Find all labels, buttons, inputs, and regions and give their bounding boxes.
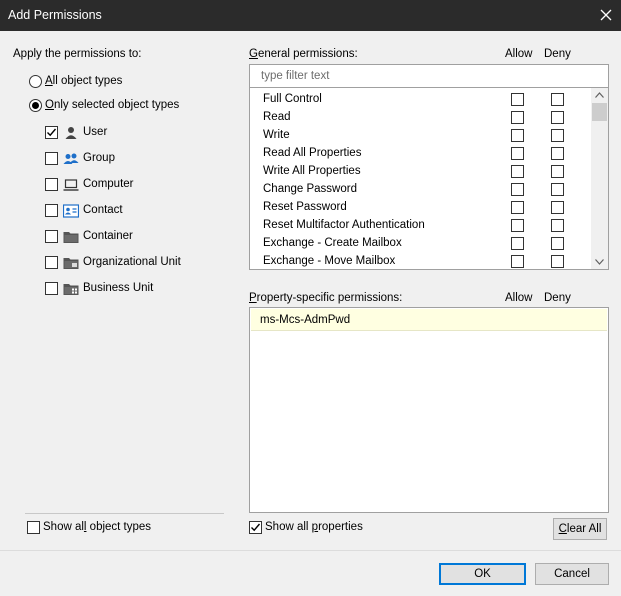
contact-icon (62, 204, 80, 218)
object-type-checkbox-user[interactable] (45, 126, 58, 139)
deny-checkbox[interactable] (551, 129, 564, 142)
footer-divider (0, 550, 621, 551)
show-all-object-types-label[interactable]: Show all object types (43, 521, 151, 533)
object-type-label-group[interactable]: Group (83, 152, 115, 164)
deny-checkbox[interactable] (551, 111, 564, 124)
scrollbar-thumb[interactable] (592, 103, 607, 121)
property-name: ms-Mcs-AdmPwd (260, 314, 351, 326)
permission-name: Full Control (263, 93, 322, 105)
deny-checkbox[interactable] (551, 183, 564, 196)
checkmark-icon (47, 128, 57, 137)
property-deny-header: Deny (544, 292, 571, 304)
permission-row[interactable]: Full Control (250, 90, 592, 108)
deny-checkbox[interactable] (551, 147, 564, 160)
property-permissions-heading: Property-specific permissions: (249, 292, 403, 304)
general-permissions-list[interactable]: Full Control Read Write Read All Properties… (249, 88, 609, 270)
allow-checkbox[interactable] (511, 219, 524, 232)
radio-only-selected-types-label[interactable]: Only selected object types (45, 99, 179, 111)
permission-row[interactable]: Reset Multifactor Authentication (250, 216, 592, 234)
general-deny-header: Deny (544, 48, 571, 60)
business-unit-icon (63, 282, 79, 296)
object-type-label-contact[interactable]: Contact (83, 204, 123, 216)
permission-row[interactable]: Write (250, 126, 592, 144)
show-all-properties-checkbox[interactable] (249, 521, 262, 534)
permission-name: Exchange - Move Mailbox (263, 255, 396, 267)
permission-name: Read All Properties (263, 147, 362, 159)
object-type-checkbox-container[interactable] (45, 230, 58, 243)
object-type-checkbox-contact[interactable] (45, 204, 58, 217)
ok-button[interactable]: OK (439, 563, 526, 585)
permission-row[interactable]: Exchange - Move Mailbox (250, 252, 592, 269)
show-all-object-types-checkbox[interactable] (27, 521, 40, 534)
object-type-label-container[interactable]: Container (83, 230, 133, 242)
general-allow-header: Allow (505, 48, 533, 60)
permission-name: Reset Multifactor Authentication (263, 219, 425, 231)
property-allow-header: Allow (505, 292, 533, 304)
filter-field[interactable] (249, 64, 609, 88)
permission-name: Write All Properties (263, 165, 361, 177)
permission-name: Read (263, 111, 291, 123)
object-type-checkbox-computer[interactable] (45, 178, 58, 191)
clear-all-button[interactable]: Clear All (553, 518, 607, 540)
checkmark-icon (251, 523, 261, 532)
property-permissions-list[interactable]: ms-Mcs-AdmPwd (249, 307, 609, 513)
object-type-checkbox-organizational-unit[interactable] (45, 256, 58, 269)
allow-checkbox[interactable] (511, 183, 524, 196)
scroll-down-icon[interactable] (595, 259, 604, 265)
group-icon (63, 152, 79, 166)
permission-name: Exchange - Create Mailbox (263, 237, 402, 249)
divider (25, 513, 224, 514)
cancel-button[interactable]: Cancel (535, 563, 609, 585)
deny-checkbox[interactable] (551, 165, 564, 178)
allow-checkbox[interactable] (511, 93, 524, 106)
object-type-checkbox-business-unit[interactable] (45, 282, 58, 295)
object-type-label-user[interactable]: User (83, 126, 107, 138)
permission-name: Write (263, 129, 290, 141)
filter-input[interactable] (250, 65, 608, 87)
allow-checkbox[interactable] (511, 111, 524, 124)
permission-row[interactable]: Read (250, 108, 592, 126)
permission-name: Reset Password (263, 201, 347, 213)
allow-checkbox[interactable] (511, 201, 524, 214)
show-all-properties-label[interactable]: Show all properties (265, 521, 363, 533)
folder-icon (63, 230, 79, 244)
object-type-checkbox-group[interactable] (45, 152, 58, 165)
ou-folder-icon (63, 256, 79, 270)
object-type-label-business-unit[interactable]: Business Unit (83, 282, 153, 294)
allow-checkbox[interactable] (511, 255, 524, 268)
allow-checkbox[interactable] (511, 165, 524, 178)
deny-checkbox[interactable] (551, 201, 564, 214)
close-icon (600, 9, 612, 21)
general-permissions-heading: General permissions: (249, 48, 358, 60)
title-bar: Add Permissions (0, 0, 621, 31)
deny-checkbox[interactable] (551, 237, 564, 250)
allow-checkbox[interactable] (511, 129, 524, 142)
deny-checkbox[interactable] (551, 255, 564, 268)
permission-row[interactable]: Change Password (250, 180, 592, 198)
computer-icon (63, 178, 79, 192)
vertical-scrollbar[interactable] (591, 88, 608, 269)
apply-heading: Apply the permissions to: (13, 48, 142, 60)
deny-checkbox[interactable] (551, 219, 564, 232)
permission-row[interactable]: Read All Properties (250, 144, 592, 162)
permission-row[interactable]: Write All Properties (250, 162, 592, 180)
user-icon (63, 126, 79, 140)
permission-row[interactable]: Reset Password (250, 198, 592, 216)
deny-checkbox[interactable] (551, 93, 564, 106)
object-type-label-computer[interactable]: Computer (83, 178, 134, 190)
allow-checkbox[interactable] (511, 147, 524, 160)
radio-only-selected-types[interactable] (29, 99, 42, 112)
scroll-up-icon[interactable] (595, 92, 604, 98)
property-row[interactable]: ms-Mcs-AdmPwd (251, 309, 607, 331)
radio-all-object-types-label[interactable]: All object types (45, 75, 122, 87)
permission-row[interactable]: Exchange - Create Mailbox (250, 234, 592, 252)
radio-all-object-types[interactable] (29, 75, 42, 88)
allow-checkbox[interactable] (511, 237, 524, 250)
close-button[interactable] (591, 0, 621, 31)
object-type-label-organizational-unit[interactable]: Organizational Unit (83, 256, 181, 268)
permission-name: Change Password (263, 183, 357, 195)
window-title: Add Permissions (8, 8, 102, 22)
